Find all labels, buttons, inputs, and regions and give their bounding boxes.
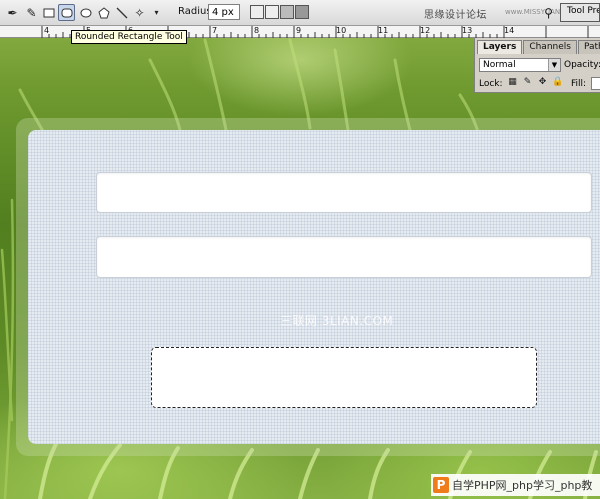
php-logo-icon: P [433, 477, 449, 493]
ruler-number: 13 [462, 26, 473, 35]
layers-panel: Layers Channels Paths Normal ▼ Opacity: … [474, 38, 600, 93]
polygon-tool-icon[interactable] [95, 4, 112, 21]
fill-input[interactable] [591, 77, 600, 90]
fill-label: Fill: [571, 79, 587, 89]
rounded-rectangle-selection[interactable] [151, 347, 537, 408]
custom-shape-tool-icon[interactable]: ✧ [131, 4, 148, 21]
ruler-number: 9 [296, 26, 302, 35]
brush-icon[interactable]: ⚲ [540, 4, 557, 21]
site-badge: P 自学PHP网_php学习_php教 [431, 474, 600, 496]
lock-image-icon[interactable]: ✎ [522, 77, 533, 88]
intersect-shape-icon[interactable] [295, 5, 309, 19]
tab-paths[interactable]: Paths [577, 40, 600, 54]
input-field-1[interactable] [96, 172, 592, 213]
add-to-shape-icon[interactable] [265, 5, 279, 19]
chevron-down-icon[interactable]: ▼ [548, 59, 560, 71]
tool-presets-tab[interactable]: Tool Pre [560, 3, 600, 22]
tab-layers[interactable]: Layers [477, 40, 523, 54]
ruler-number: 11 [378, 26, 389, 35]
rectangle-tool-icon[interactable] [40, 4, 57, 21]
radius-input[interactable] [208, 4, 240, 20]
panel-tabs: Layers Channels Paths [477, 40, 600, 54]
ellipse-tool-icon[interactable] [77, 4, 94, 21]
lock-all-icon[interactable]: 🔒 [552, 77, 563, 88]
lock-label: Lock: [479, 79, 503, 89]
ruler-number: 7 [212, 26, 218, 35]
ruler-number: 14 [504, 26, 515, 35]
rounded-rectangle-tool-icon[interactable] [58, 4, 75, 21]
pen-icon[interactable]: ✒ [4, 4, 21, 21]
blend-mode-select[interactable]: Normal ▼ [479, 58, 561, 72]
subtract-shape-icon[interactable] [280, 5, 294, 19]
ruler-number: 10 [336, 26, 347, 35]
lock-position-icon[interactable]: ✥ [537, 77, 548, 88]
options-bar: ✒ ✎ ✧ ▾ Radius: 思缘设计论坛 www.MISSYUAN.COM … [0, 0, 600, 26]
ruler-number: 12 [420, 26, 431, 35]
input-field-2[interactable] [96, 236, 592, 278]
lock-options: ▦ ✎ ✥ 🔒 [507, 77, 563, 88]
freeform-pen-icon[interactable]: ✎ [23, 4, 40, 21]
line-tool-icon[interactable] [113, 4, 130, 21]
lock-transparent-icon[interactable]: ▦ [507, 77, 518, 88]
chevron-down-icon[interactable]: ▾ [148, 4, 165, 21]
canvas-watermark: 三联网 3LIAN.COM [280, 314, 394, 328]
new-shape-layer-icon[interactable] [250, 5, 264, 19]
ruler-number: 4 [44, 26, 50, 35]
ruler-number: 8 [254, 26, 260, 35]
tab-channels[interactable]: Channels [523, 40, 577, 54]
tool-tooltip: Rounded Rectangle Tool [71, 30, 187, 44]
badge-text: 自学PHP网_php学习_php教 [452, 479, 593, 492]
blend-mode-value: Normal [483, 60, 516, 70]
opacity-label: Opacity: [564, 60, 600, 70]
site-watermark: 思缘设计论坛 [424, 10, 487, 21]
